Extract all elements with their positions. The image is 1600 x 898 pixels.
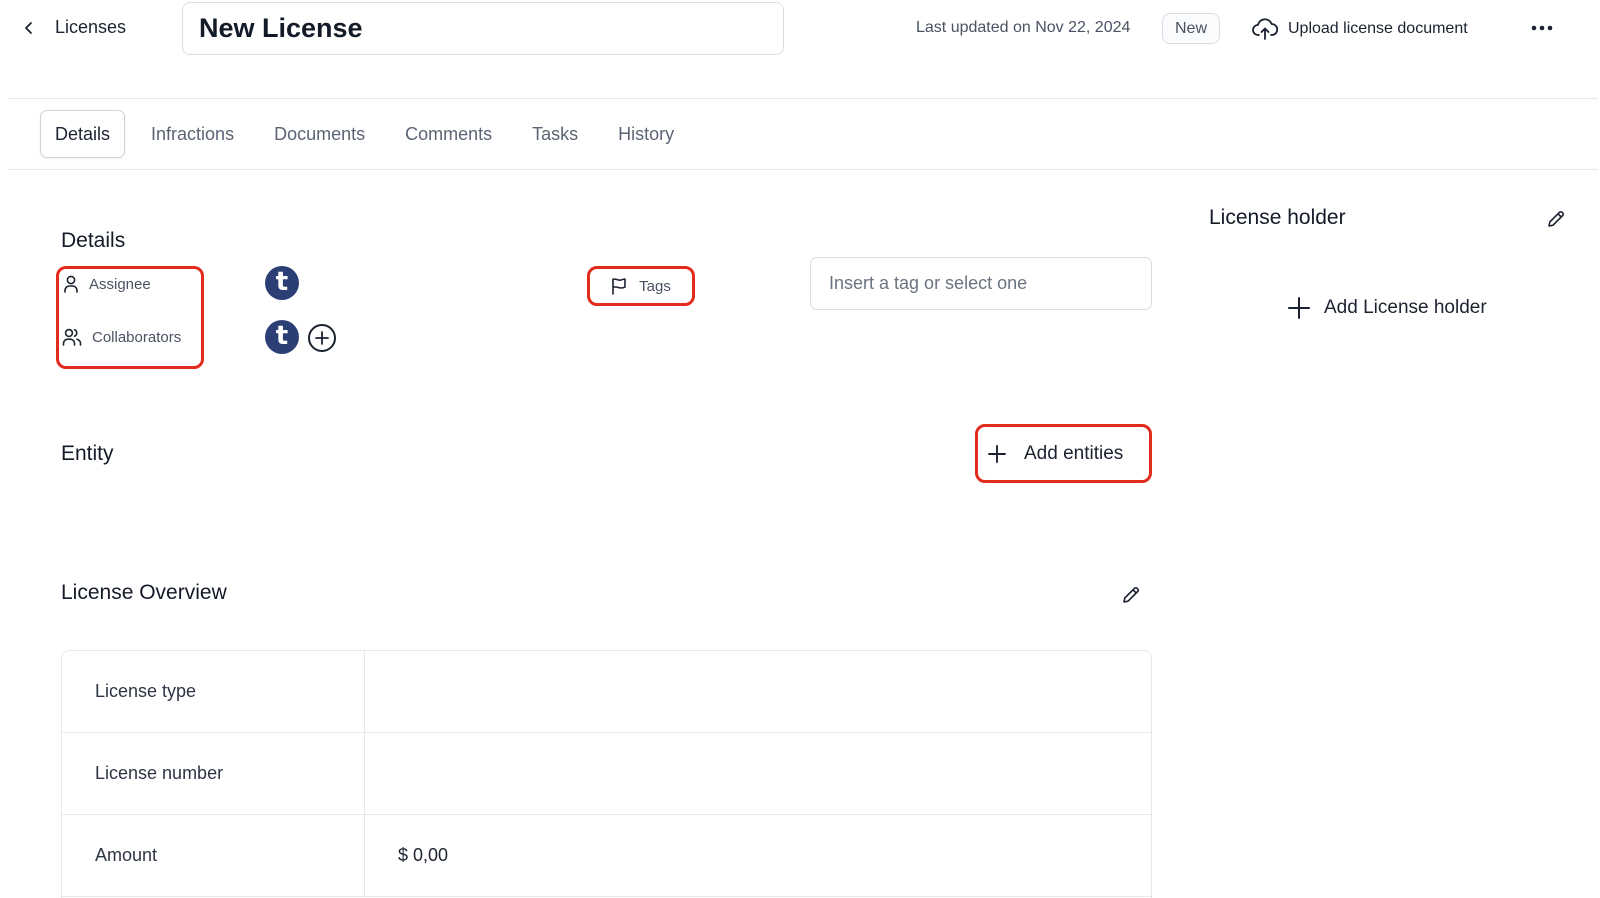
plus-icon — [1288, 297, 1310, 319]
back-button[interactable] — [16, 14, 42, 42]
more-horizontal-icon — [1531, 25, 1553, 31]
license-overview-table: License type License number Amount $ 0,0… — [61, 650, 1152, 898]
table-row: License type — [62, 651, 1151, 733]
tab-comments[interactable]: Comments — [391, 110, 506, 158]
user-icon — [64, 275, 78, 293]
more-options-button[interactable] — [1527, 12, 1557, 44]
tab-bar: Details Infractions Documents Comments T… — [40, 110, 700, 158]
collaborators-label: Collaborators — [62, 328, 181, 346]
amount-label: Amount — [62, 815, 365, 896]
edit-license-holder-button[interactable] — [1543, 206, 1569, 232]
add-license-holder-button[interactable]: Add License holder — [1288, 297, 1487, 319]
tabs-divider — [8, 169, 1598, 170]
collaborator-avatar[interactable]: t — [265, 320, 299, 354]
last-updated-text: Last updated on Nov 22, 2024 — [916, 19, 1131, 36]
table-row: License number — [62, 733, 1151, 815]
tag-input[interactable] — [810, 257, 1152, 310]
tab-documents[interactable]: Documents — [260, 110, 379, 158]
license-type-value[interactable] — [365, 651, 1151, 732]
license-type-label: License type — [62, 651, 365, 732]
tab-history[interactable]: History — [604, 110, 688, 158]
upload-label: Upload license document — [1288, 20, 1468, 37]
add-entities-button[interactable]: Add entities — [975, 424, 1152, 483]
license-title-input[interactable] — [182, 2, 784, 55]
assignee-label: Assignee — [63, 275, 151, 293]
tab-infractions[interactable]: Infractions — [137, 110, 248, 158]
plus-icon — [315, 331, 329, 345]
status-badge: New — [1162, 13, 1221, 44]
add-collaborator-button[interactable] — [308, 324, 336, 352]
cloud-upload-icon — [1252, 18, 1278, 40]
license-overview-heading: License Overview — [61, 581, 227, 604]
license-number-label: License number — [62, 733, 365, 814]
tags-label: Tags — [587, 266, 695, 306]
tab-tasks[interactable]: Tasks — [518, 110, 592, 158]
tab-details[interactable]: Details — [40, 110, 126, 158]
license-holder-heading: License holder — [1209, 206, 1346, 229]
upload-license-document-button[interactable]: Upload license document — [1252, 13, 1468, 45]
table-row: Amount $ 0,00 — [62, 815, 1151, 897]
pencil-icon — [1548, 210, 1565, 227]
details-heading: Details — [61, 229, 126, 252]
license-number-value[interactable] — [365, 733, 1151, 814]
breadcrumb-licenses[interactable]: Licenses — [55, 17, 126, 38]
edit-overview-button[interactable] — [1118, 582, 1144, 608]
pencil-icon — [1123, 586, 1140, 603]
amount-value[interactable]: $ 0,00 — [365, 815, 1151, 896]
plus-icon — [988, 444, 1006, 463]
users-icon — [62, 328, 82, 346]
chevron-left-icon — [25, 22, 32, 34]
entity-heading: Entity — [61, 442, 114, 465]
assignee-avatar[interactable]: t — [265, 266, 299, 300]
flag-icon — [612, 278, 626, 295]
header-divider — [8, 98, 1598, 99]
